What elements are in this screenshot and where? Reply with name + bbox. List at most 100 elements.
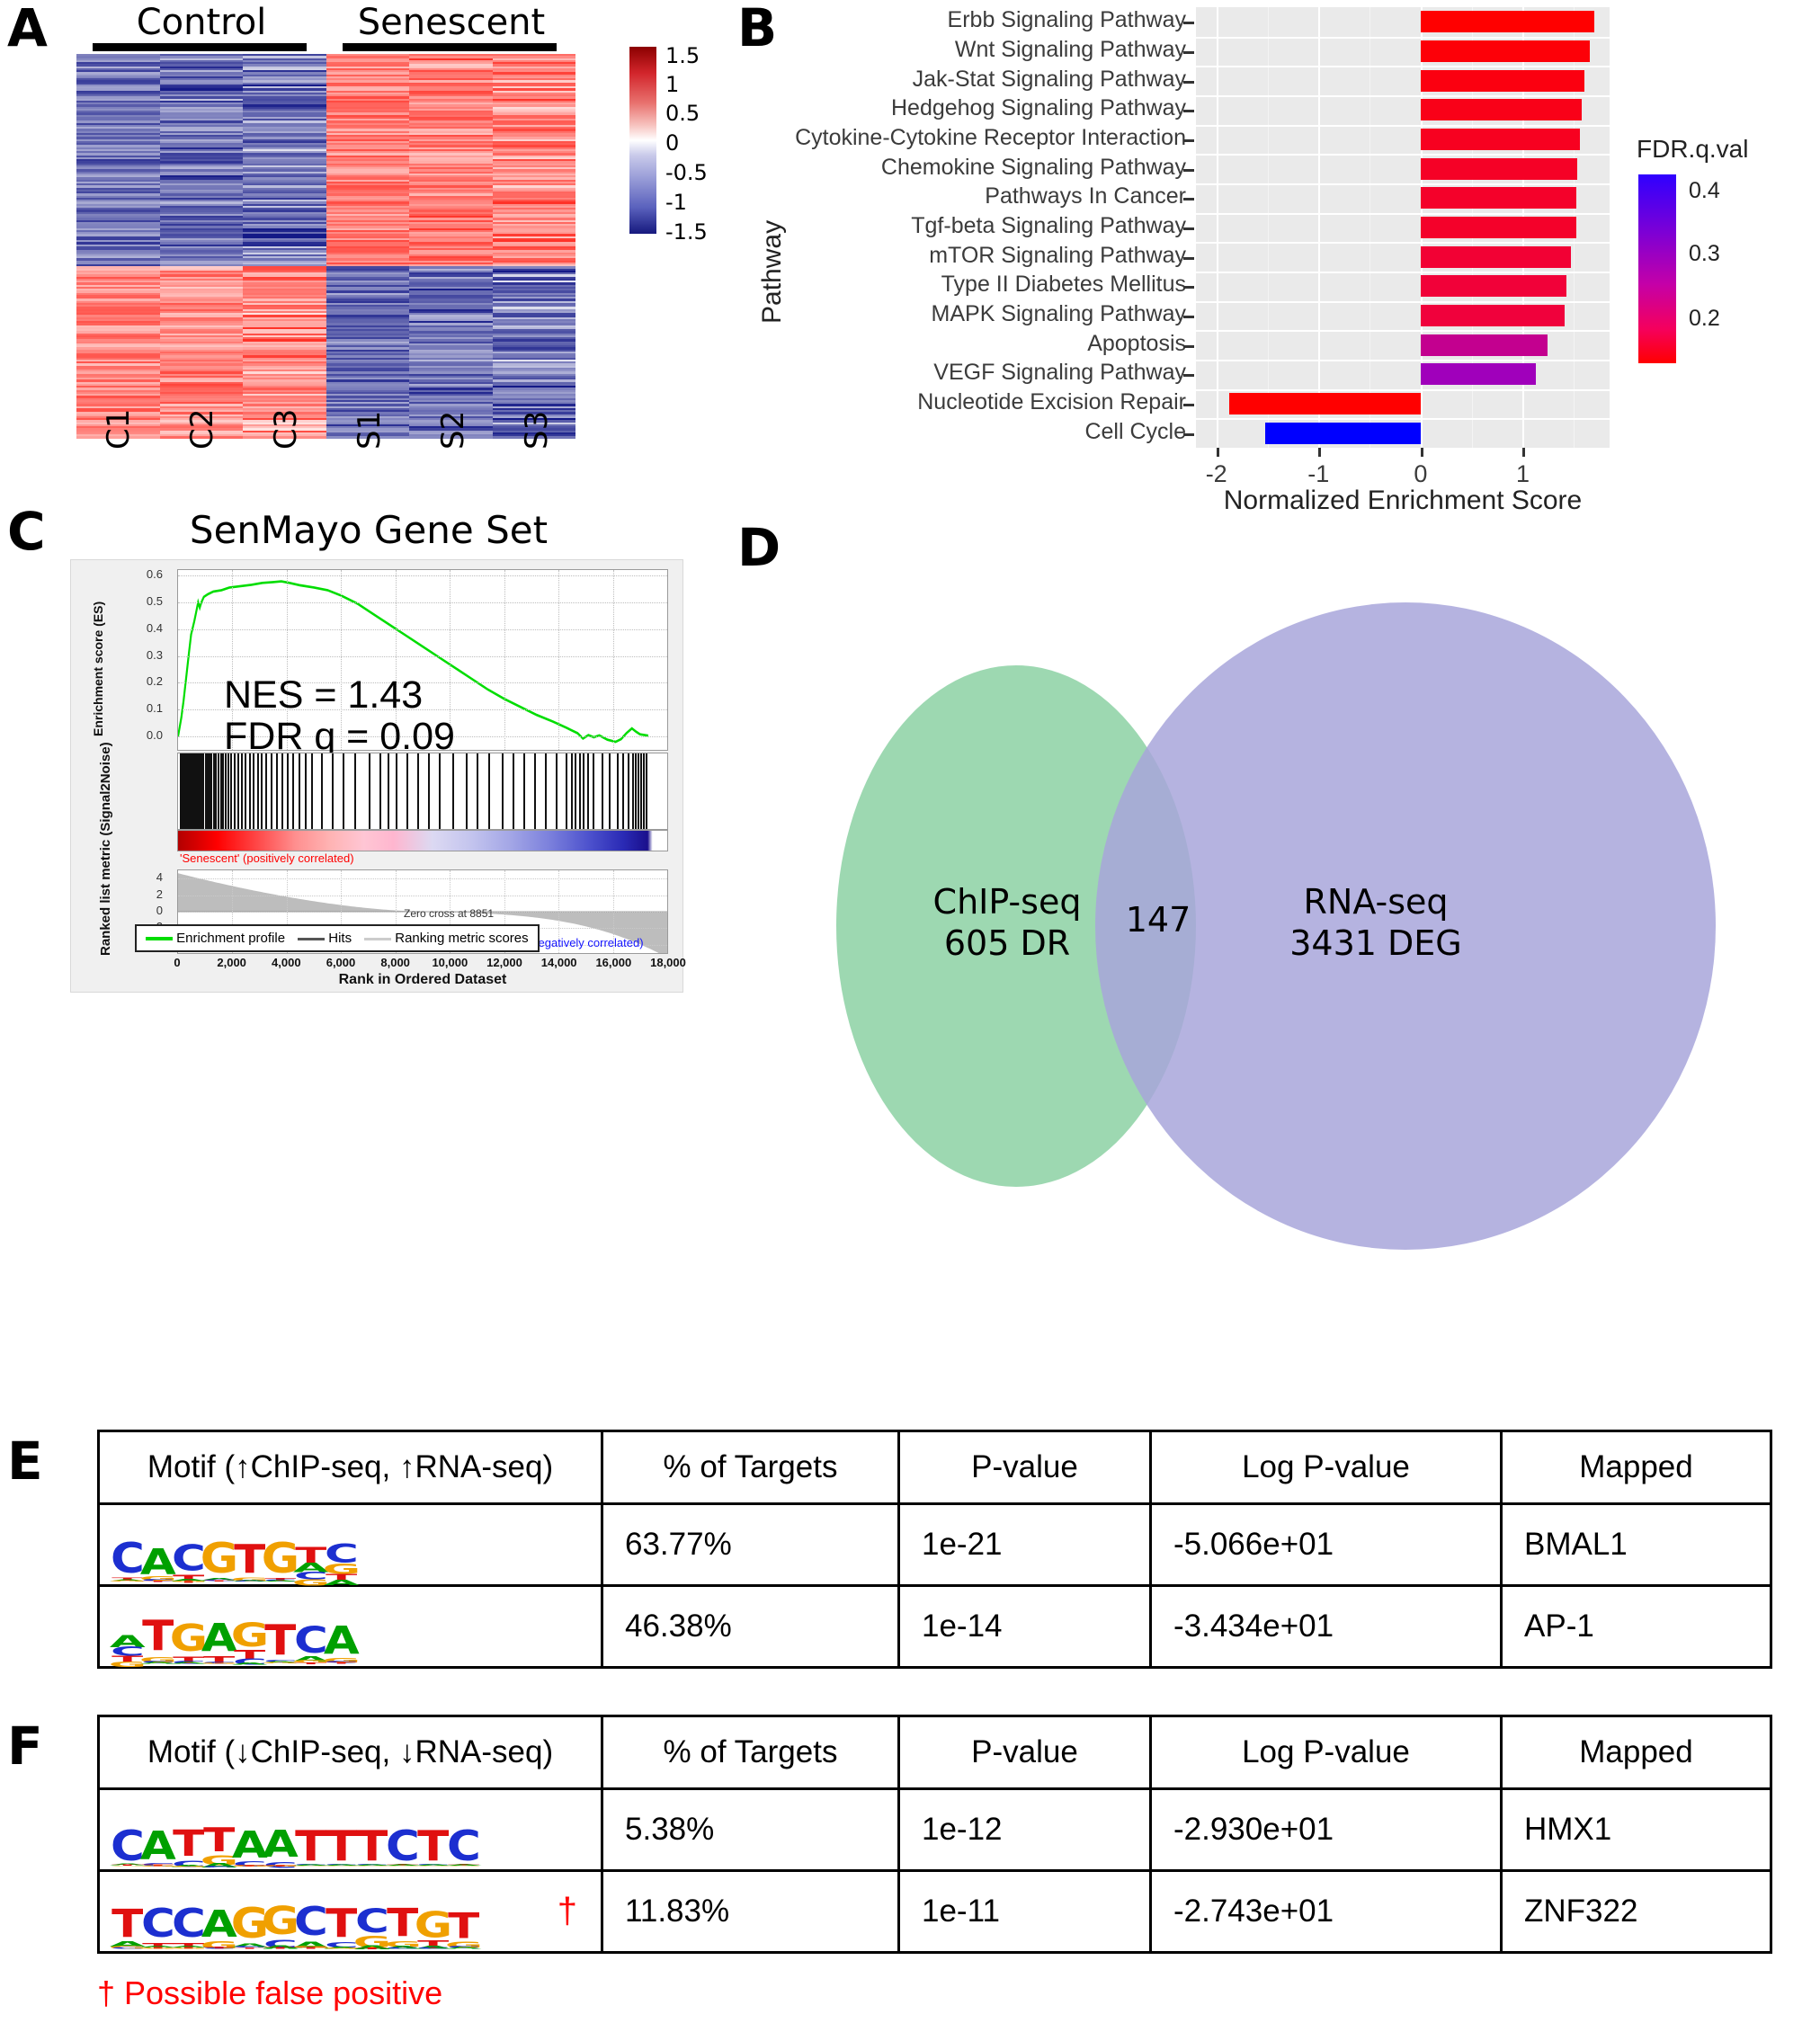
motif-letter: G bbox=[322, 1655, 361, 1664]
motif-table-upregulated: Motif (↑ChIP-seq, ↑RNA-seq) % of Targets… bbox=[97, 1430, 1772, 1669]
bar bbox=[1420, 157, 1577, 180]
table-e-header-mapped: Mapped bbox=[1500, 1430, 1772, 1505]
gsea-hit-tick bbox=[637, 753, 639, 829]
cell-log-p-value: -5.066e+01 bbox=[1149, 1502, 1503, 1587]
gsea-hit-tick bbox=[439, 753, 442, 829]
motif-logo-cell: TAGCCTAGCTAGAGTCGACTGCATCAGTTCAGCGATTGAC… bbox=[97, 1869, 603, 1954]
motif-letter: A bbox=[293, 1939, 329, 1951]
es-y-tick-label: 0.2 bbox=[146, 674, 163, 689]
motif-letter: T bbox=[234, 1647, 266, 1662]
gridline-horizontal bbox=[1196, 124, 1610, 127]
bar-category-label: Chemokine Signaling Pathway bbox=[880, 154, 1186, 180]
heatmap-sample-c1: C1 bbox=[101, 408, 137, 450]
heatmap-column bbox=[76, 54, 160, 441]
motif-letter: C bbox=[447, 1821, 481, 1870]
venn-right-line2: 3431 DEG bbox=[1289, 923, 1462, 964]
bar-category-label: Jak-Stat Signaling Pathway bbox=[912, 66, 1186, 92]
gsea-hit-tick bbox=[565, 753, 567, 829]
gridline bbox=[178, 628, 667, 631]
gsea-hit-tick bbox=[583, 753, 585, 829]
gsea-hit-tick bbox=[416, 753, 419, 829]
bar-category-label: Tgf-beta Signaling Pathway bbox=[911, 213, 1186, 238]
table-row: TAGCCTAGCTAGAGTCGACTGCATCAGTTCAGCGATTGAC… bbox=[97, 1869, 1772, 1954]
motif-position: GCAT bbox=[262, 1902, 299, 1950]
gsea-rank-axis-label: Ranked list metric (Signal2Noise) bbox=[98, 742, 113, 956]
cell-log-p-value: -2.930e+01 bbox=[1149, 1787, 1503, 1872]
gsea-legend: Enrichment profile Hits Ranking metric s… bbox=[135, 924, 540, 952]
axis-tick bbox=[1183, 139, 1194, 142]
gsea-hit-tick bbox=[602, 753, 604, 829]
gsea-nes-value: NES = 1.43 bbox=[224, 673, 424, 717]
cell-percent-targets: 63.77% bbox=[601, 1502, 900, 1587]
heatmap-sample-c3: C3 bbox=[268, 408, 304, 450]
axis-tick bbox=[1183, 374, 1194, 378]
bar-row bbox=[1196, 334, 1610, 356]
motif-letter: T bbox=[356, 1821, 388, 1870]
bar bbox=[1265, 422, 1421, 444]
rank-y-tick-label: 2 bbox=[156, 887, 163, 901]
table-e-header-logp: Log P-value bbox=[1149, 1430, 1503, 1505]
cell-log-p-value: -2.743e+01 bbox=[1149, 1869, 1503, 1954]
panel-letter-e: E bbox=[7, 1430, 43, 1492]
gridline bbox=[504, 570, 506, 750]
sequence-logo-CATTAATTTCTC: CATGACTGTCAGTGACACTGACTGTCAGTCAGTCAGCTAG… bbox=[100, 1794, 601, 1870]
bar-row bbox=[1196, 99, 1610, 121]
bar bbox=[1420, 245, 1571, 268]
gsea-hit-tick bbox=[379, 753, 381, 829]
gsea-hit-tick bbox=[578, 753, 581, 829]
bar bbox=[1420, 304, 1566, 327]
motif-letter: T bbox=[448, 1905, 480, 1947]
cell-mapped: BMAL1 bbox=[1500, 1502, 1772, 1587]
footnote-false-positive: † Possible false positive bbox=[97, 1974, 443, 2011]
bar-row bbox=[1196, 422, 1610, 444]
gsea-x-tick-label: 6,000 bbox=[326, 956, 356, 969]
motif-position: TCAG bbox=[323, 1825, 361, 1867]
table-e-header-pvalue: P-value bbox=[897, 1430, 1152, 1505]
bar-category-label: Hedgehog Signaling Pathway bbox=[890, 95, 1186, 121]
motif-position: AGCT bbox=[139, 1544, 177, 1582]
motif-letter: C bbox=[325, 1538, 359, 1569]
axis-tick bbox=[1183, 227, 1194, 230]
motif-position: TAGC bbox=[109, 1904, 147, 1948]
axis-tick bbox=[1183, 80, 1194, 84]
bar-category-label: Erbb Signaling Pathway bbox=[947, 7, 1186, 33]
gsea-hit-tick bbox=[639, 753, 642, 829]
gridline-horizontal bbox=[1196, 154, 1610, 156]
motif-position: TCAG bbox=[353, 1821, 391, 1870]
bar bbox=[1420, 128, 1581, 151]
panel-b-enrichment-barchart: B Pathway Erbb Signaling Pathway Wnt Sign… bbox=[737, 0, 1820, 515]
panel-letter-b: B bbox=[737, 0, 778, 58]
x-tick-mark bbox=[1420, 448, 1423, 457]
venn-left-line2: 605 DR bbox=[943, 923, 1071, 964]
motif-position: TCAG bbox=[262, 1620, 299, 1664]
motif-letter: G bbox=[230, 1615, 270, 1654]
gridline-horizontal bbox=[1196, 448, 1610, 450]
panel-c-gsea: C SenMayo Gene Set Enrichment score (ES)… bbox=[0, 504, 719, 1403]
gsea-hit-tick bbox=[304, 753, 307, 829]
heatmap-column bbox=[159, 54, 243, 441]
colorbar-tick-6: -1 bbox=[665, 190, 687, 215]
bar bbox=[1420, 40, 1591, 63]
legend-swatch-green bbox=[146, 937, 173, 941]
legend-item-ranking-metric: Ranking metric scores bbox=[364, 931, 529, 946]
motif-letter: A bbox=[324, 1578, 360, 1587]
gridline bbox=[178, 878, 667, 880]
gsea-hit-tick bbox=[256, 753, 259, 829]
gsea-hit-tick bbox=[556, 753, 558, 829]
bar-row bbox=[1196, 304, 1610, 327]
gsea-hit-tick bbox=[217, 753, 219, 829]
motif-letter: T bbox=[295, 1821, 327, 1870]
bar-row bbox=[1196, 363, 1610, 386]
group-label-control: Control bbox=[136, 2, 267, 43]
gsea-hit-tick bbox=[270, 753, 272, 829]
gsea-ranking-gradient-bar bbox=[177, 830, 668, 851]
legend-swatch-ranking bbox=[364, 937, 392, 940]
colorbar-tick-4: 0 bbox=[665, 130, 680, 156]
bar-row bbox=[1196, 157, 1610, 180]
gsea-hit-tick bbox=[311, 753, 314, 829]
venn-label-right: RNA-seq 3431 DEG bbox=[1241, 881, 1511, 965]
gsea-x-tick-label: 12,000 bbox=[486, 956, 522, 969]
legend-item-enrichment-profile: Enrichment profile bbox=[146, 931, 285, 946]
table-e-header-row: Motif (↑ChIP-seq, ↑RNA-seq) % of Targets… bbox=[97, 1430, 1772, 1505]
gsea-hit-tick bbox=[230, 753, 233, 829]
